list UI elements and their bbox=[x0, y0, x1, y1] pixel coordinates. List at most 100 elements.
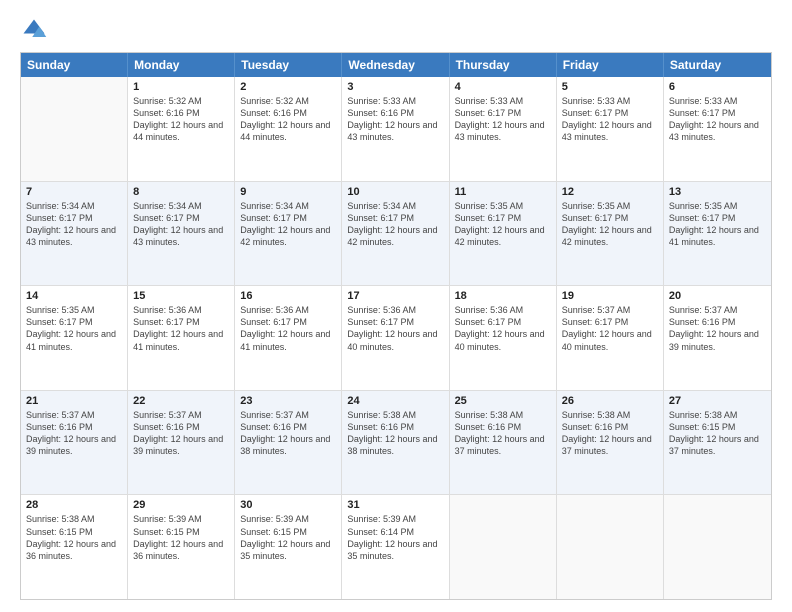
day-number: 24 bbox=[347, 395, 443, 407]
logo bbox=[20, 16, 52, 44]
calendar-cell: 31 Sunrise: 5:39 AM Sunset: 6:14 PM Dayli… bbox=[342, 495, 449, 599]
calendar-row-4: 28Sunrise: 5:38 AM Sunset: 6:15 PM Dayli… bbox=[21, 495, 771, 599]
cell-details: Sunrise: 5:34 AM Sunset: 6:17 PM Dayligh… bbox=[347, 200, 443, 249]
day-number: 13 bbox=[669, 186, 766, 198]
day-number: 29 bbox=[133, 499, 229, 511]
cell-details: Sunrise: 5:34 AM Sunset: 6:17 PM Dayligh… bbox=[240, 200, 336, 249]
header-day-sunday: Sunday bbox=[21, 53, 128, 77]
cell-details: Sunrise: 5:39 AM Sunset: 6:14 PM Dayligh… bbox=[347, 513, 443, 562]
calendar-cell bbox=[450, 495, 557, 599]
day-number: 17 bbox=[347, 290, 443, 302]
calendar-body: 1 Sunrise: 5:32 AM Sunset: 6:16 PM Daylig… bbox=[21, 77, 771, 599]
calendar-cell bbox=[557, 495, 664, 599]
calendar-cell: 1 Sunrise: 5:32 AM Sunset: 6:16 PM Daylig… bbox=[128, 77, 235, 181]
cell-details: Sunrise: 5:37 AM Sunset: 6:16 PM Dayligh… bbox=[133, 409, 229, 458]
calendar-row-1: 7 Sunrise: 5:34 AM Sunset: 6:17 PM Daylig… bbox=[21, 182, 771, 287]
cell-details: Sunrise: 5:32 AM Sunset: 6:16 PM Dayligh… bbox=[240, 95, 336, 144]
header-day-saturday: Saturday bbox=[664, 53, 771, 77]
calendar-cell: 2 Sunrise: 5:32 AM Sunset: 6:16 PM Daylig… bbox=[235, 77, 342, 181]
calendar-cell: 21 Sunrise: 5:37 AM Sunset: 6:16 PM Dayli… bbox=[21, 391, 128, 495]
calendar-cell: 27 Sunrise: 5:38 AM Sunset: 6:15 PM Dayli… bbox=[664, 391, 771, 495]
cell-details: Sunrise: 5:33 AM Sunset: 6:17 PM Dayligh… bbox=[455, 95, 551, 144]
calendar-cell: 7 Sunrise: 5:34 AM Sunset: 6:17 PM Daylig… bbox=[21, 182, 128, 286]
day-number: 5 bbox=[562, 81, 658, 93]
cell-details: Sunrise: 5:35 AM Sunset: 6:17 PM Dayligh… bbox=[26, 304, 122, 353]
header-day-tuesday: Tuesday bbox=[235, 53, 342, 77]
cell-details: Sunrise: 5:33 AM Sunset: 6:17 PM Dayligh… bbox=[562, 95, 658, 144]
calendar-cell: 15 Sunrise: 5:36 AM Sunset: 6:17 PM Dayli… bbox=[128, 286, 235, 390]
calendar-cell: 18 Sunrise: 5:36 AM Sunset: 6:17 PM Dayli… bbox=[450, 286, 557, 390]
day-number: 1 bbox=[133, 81, 229, 93]
cell-details: Sunrise: 5:36 AM Sunset: 6:17 PM Dayligh… bbox=[455, 304, 551, 353]
calendar-cell: 23Sunrise: 5:37 AM Sunset: 6:16 PM Dayli… bbox=[235, 391, 342, 495]
day-number: 7 bbox=[26, 186, 122, 198]
header-day-friday: Friday bbox=[557, 53, 664, 77]
day-number: 3 bbox=[347, 81, 443, 93]
calendar-cell: 19Sunrise: 5:37 AM Sunset: 6:17 PM Dayli… bbox=[557, 286, 664, 390]
day-number: 6 bbox=[669, 81, 766, 93]
calendar-cell: 4 Sunrise: 5:33 AM Sunset: 6:17 PM Daylig… bbox=[450, 77, 557, 181]
calendar-row-2: 14 Sunrise: 5:35 AM Sunset: 6:17 PM Dayli… bbox=[21, 286, 771, 391]
cell-details: Sunrise: 5:37 AM Sunset: 6:16 PM Dayligh… bbox=[669, 304, 766, 353]
cell-details: Sunrise: 5:34 AM Sunset: 6:17 PM Dayligh… bbox=[26, 200, 122, 249]
day-number: 10 bbox=[347, 186, 443, 198]
day-number: 31 bbox=[347, 499, 443, 511]
calendar-cell: 11 Sunrise: 5:35 AM Sunset: 6:17 PM Dayli… bbox=[450, 182, 557, 286]
calendar-cell bbox=[664, 495, 771, 599]
header-day-wednesday: Wednesday bbox=[342, 53, 449, 77]
day-number: 11 bbox=[455, 186, 551, 198]
day-number: 2 bbox=[240, 81, 336, 93]
cell-details: Sunrise: 5:36 AM Sunset: 6:17 PM Dayligh… bbox=[133, 304, 229, 353]
calendar-cell: 29 Sunrise: 5:39 AM Sunset: 6:15 PM Dayli… bbox=[128, 495, 235, 599]
cell-details: Sunrise: 5:33 AM Sunset: 6:16 PM Dayligh… bbox=[347, 95, 443, 144]
calendar-cell: 16 Sunrise: 5:36 AM Sunset: 6:17 PM Dayli… bbox=[235, 286, 342, 390]
day-number: 12 bbox=[562, 186, 658, 198]
calendar-header: SundayMondayTuesdayWednesdayThursdayFrid… bbox=[21, 53, 771, 77]
day-number: 4 bbox=[455, 81, 551, 93]
cell-details: Sunrise: 5:37 AM Sunset: 6:16 PM Dayligh… bbox=[26, 409, 122, 458]
logo-icon bbox=[20, 16, 48, 44]
cell-details: Sunrise: 5:36 AM Sunset: 6:17 PM Dayligh… bbox=[240, 304, 336, 353]
calendar-row-3: 21 Sunrise: 5:37 AM Sunset: 6:16 PM Dayli… bbox=[21, 391, 771, 496]
header-day-monday: Monday bbox=[128, 53, 235, 77]
day-number: 8 bbox=[133, 186, 229, 198]
day-number: 16 bbox=[240, 290, 336, 302]
header-day-thursday: Thursday bbox=[450, 53, 557, 77]
cell-details: Sunrise: 5:33 AM Sunset: 6:17 PM Dayligh… bbox=[669, 95, 766, 144]
cell-details: Sunrise: 5:35 AM Sunset: 6:17 PM Dayligh… bbox=[669, 200, 766, 249]
day-number: 25 bbox=[455, 395, 551, 407]
day-number: 30 bbox=[240, 499, 336, 511]
cell-details: Sunrise: 5:38 AM Sunset: 6:15 PM Dayligh… bbox=[669, 409, 766, 458]
day-number: 26 bbox=[562, 395, 658, 407]
cell-details: Sunrise: 5:38 AM Sunset: 6:16 PM Dayligh… bbox=[562, 409, 658, 458]
calendar-cell: 20Sunrise: 5:37 AM Sunset: 6:16 PM Dayli… bbox=[664, 286, 771, 390]
cell-details: Sunrise: 5:38 AM Sunset: 6:16 PM Dayligh… bbox=[455, 409, 551, 458]
cell-details: Sunrise: 5:38 AM Sunset: 6:16 PM Dayligh… bbox=[347, 409, 443, 458]
calendar-cell: 14 Sunrise: 5:35 AM Sunset: 6:17 PM Dayli… bbox=[21, 286, 128, 390]
calendar-cell: 24 Sunrise: 5:38 AM Sunset: 6:16 PM Dayli… bbox=[342, 391, 449, 495]
cell-details: Sunrise: 5:34 AM Sunset: 6:17 PM Dayligh… bbox=[133, 200, 229, 249]
page: SundayMondayTuesdayWednesdayThursdayFrid… bbox=[0, 0, 792, 612]
day-number: 15 bbox=[133, 290, 229, 302]
header bbox=[20, 16, 772, 44]
calendar-cell: 22 Sunrise: 5:37 AM Sunset: 6:16 PM Dayli… bbox=[128, 391, 235, 495]
cell-details: Sunrise: 5:39 AM Sunset: 6:15 PM Dayligh… bbox=[133, 513, 229, 562]
day-number: 14 bbox=[26, 290, 122, 302]
day-number: 27 bbox=[669, 395, 766, 407]
cell-details: Sunrise: 5:38 AM Sunset: 6:15 PM Dayligh… bbox=[26, 513, 122, 562]
calendar-cell: 12 Sunrise: 5:35 AM Sunset: 6:17 PM Dayli… bbox=[557, 182, 664, 286]
calendar-cell: 26 Sunrise: 5:38 AM Sunset: 6:16 PM Dayli… bbox=[557, 391, 664, 495]
day-number: 23 bbox=[240, 395, 336, 407]
calendar: SundayMondayTuesdayWednesdayThursdayFrid… bbox=[20, 52, 772, 600]
day-number: 21 bbox=[26, 395, 122, 407]
day-number: 18 bbox=[455, 290, 551, 302]
calendar-cell: 5 Sunrise: 5:33 AM Sunset: 6:17 PM Daylig… bbox=[557, 77, 664, 181]
cell-details: Sunrise: 5:35 AM Sunset: 6:17 PM Dayligh… bbox=[562, 200, 658, 249]
day-number: 9 bbox=[240, 186, 336, 198]
cell-details: Sunrise: 5:35 AM Sunset: 6:17 PM Dayligh… bbox=[455, 200, 551, 249]
cell-details: Sunrise: 5:36 AM Sunset: 6:17 PM Dayligh… bbox=[347, 304, 443, 353]
calendar-cell bbox=[21, 77, 128, 181]
day-number: 22 bbox=[133, 395, 229, 407]
cell-details: Sunrise: 5:32 AM Sunset: 6:16 PM Dayligh… bbox=[133, 95, 229, 144]
day-number: 19 bbox=[562, 290, 658, 302]
